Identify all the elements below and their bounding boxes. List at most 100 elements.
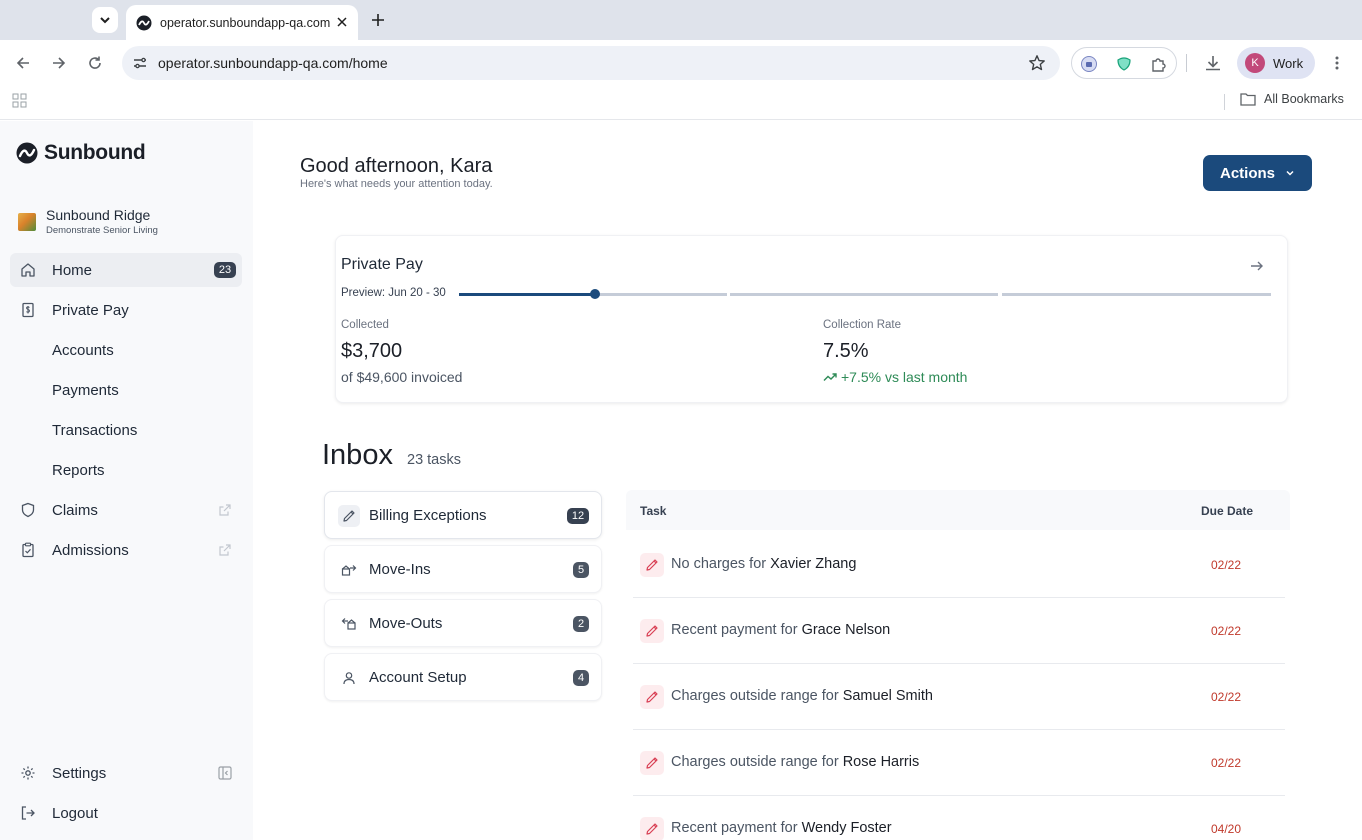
facility-subtitle: Demonstrate Senior Living bbox=[46, 225, 158, 236]
inbox-title: Inbox bbox=[322, 439, 393, 471]
sidebar-item-transactions[interactable]: Transactions bbox=[10, 413, 242, 447]
url-text[interactable]: operator.sunboundapp-qa.com/home bbox=[158, 55, 388, 71]
back-icon bbox=[16, 57, 29, 69]
tab-search-button[interactable] bbox=[92, 7, 118, 33]
move-in-icon bbox=[341, 565, 357, 576]
inbox-category-move-ins[interactable]: Move-Ins 5 bbox=[324, 545, 602, 593]
sidebar-item-reports[interactable]: Reports bbox=[10, 453, 242, 487]
collection-rate-trend: +7.5% vs last month bbox=[823, 369, 967, 385]
all-bookmarks-button[interactable]: All Bookmarks bbox=[1240, 92, 1344, 106]
close-icon bbox=[337, 17, 347, 27]
actions-button[interactable]: Actions bbox=[1203, 155, 1312, 191]
sidebar-item-home[interactable]: Home 23 bbox=[10, 253, 242, 287]
page-subtitle: Here's what needs your attention today. bbox=[300, 178, 493, 190]
main-content: Good afternoon, Kara Here's what needs y… bbox=[253, 121, 1362, 840]
pencil-icon bbox=[646, 823, 658, 835]
facility-switcher[interactable]: Sunbound Ridge Demonstrate Senior Living bbox=[18, 207, 158, 236]
home-count-badge: 23 bbox=[214, 262, 236, 278]
task-due-date: 04/20 bbox=[1211, 822, 1242, 836]
progress-marker bbox=[590, 289, 600, 299]
tune-icon[interactable] bbox=[132, 55, 148, 71]
extension-button[interactable] bbox=[1080, 55, 1098, 73]
category-icon bbox=[338, 667, 360, 689]
extension-button[interactable] bbox=[1115, 55, 1133, 73]
collection-rate-label: Collection Rate bbox=[823, 319, 901, 331]
external-link-icon bbox=[219, 504, 231, 516]
reload-icon bbox=[89, 56, 101, 69]
category-icon bbox=[338, 559, 360, 581]
forward-button[interactable] bbox=[49, 53, 69, 73]
gear-icon bbox=[21, 766, 35, 780]
category-icon bbox=[338, 505, 360, 527]
back-button[interactable] bbox=[13, 53, 33, 73]
extension-icon bbox=[1081, 56, 1097, 72]
task-due-date: 02/22 bbox=[1211, 558, 1242, 572]
sidebar-item-private-pay[interactable]: Private Pay bbox=[10, 293, 242, 327]
category-count-badge: 2 bbox=[573, 616, 589, 632]
avatar: K bbox=[1245, 53, 1265, 73]
pencil-icon bbox=[646, 757, 658, 769]
extension-icon bbox=[1117, 57, 1131, 71]
kebab-icon bbox=[1335, 56, 1339, 70]
sidebar-item-label: Home bbox=[52, 262, 93, 279]
downloads-button[interactable] bbox=[1203, 53, 1223, 73]
extensions-menu-button[interactable] bbox=[1150, 55, 1168, 73]
browser-menu-button[interactable] bbox=[1328, 53, 1346, 73]
tab-title: operator.sunboundapp-qa.com/home bbox=[160, 15, 330, 30]
profile-name: Work bbox=[1273, 55, 1304, 71]
resident-name: Wendy Foster bbox=[801, 820, 892, 836]
apps-icon[interactable] bbox=[12, 93, 28, 109]
arrow-right-icon[interactable] bbox=[1249, 258, 1265, 274]
pencil-icon bbox=[646, 625, 658, 637]
sidebar-item-admissions[interactable]: Admissions bbox=[10, 533, 242, 567]
reload-button[interactable] bbox=[85, 53, 105, 73]
dollar-doc-icon bbox=[22, 302, 34, 318]
inbox-category-billing-exceptions[interactable]: Billing Exceptions 12 bbox=[324, 491, 602, 539]
browser-tab[interactable]: operator.sunboundapp-qa.com/home bbox=[126, 5, 358, 40]
close-tab-button[interactable] bbox=[334, 14, 350, 30]
task-description: No charges for Xavier Zhang bbox=[671, 556, 856, 572]
inbox-task-count: 23 tasks bbox=[407, 452, 461, 468]
column-header-due-date[interactable]: Due Date bbox=[1201, 504, 1253, 518]
inbox-category-move-outs[interactable]: Move-Outs 2 bbox=[324, 599, 602, 647]
sidebar-item-logout[interactable]: Logout bbox=[10, 796, 242, 830]
column-header-task[interactable]: Task bbox=[640, 504, 666, 518]
task-description: Charges outside range for Rose Harris bbox=[671, 754, 919, 770]
sidebar-collapse-icon[interactable] bbox=[218, 766, 232, 780]
toolbar-divider bbox=[1186, 54, 1187, 72]
sidebar-item-label: Private Pay bbox=[52, 302, 129, 319]
trend-text: +7.5% vs last month bbox=[841, 369, 968, 385]
brand-logo[interactable]: Sunbound bbox=[16, 141, 146, 165]
star-icon[interactable] bbox=[1028, 54, 1046, 72]
profile-button[interactable]: K Work bbox=[1237, 47, 1315, 79]
task-row[interactable]: Charges outside range for Samuel Smith 0… bbox=[633, 664, 1285, 730]
sidebar-item-payments[interactable]: Payments bbox=[10, 373, 242, 407]
collected-label: Collected bbox=[341, 319, 389, 331]
sunbound-favicon bbox=[136, 15, 152, 30]
progress-segment-2 bbox=[730, 293, 998, 296]
inbox-category-account-setup[interactable]: Account Setup 4 bbox=[324, 653, 602, 701]
category-count-badge: 12 bbox=[567, 508, 589, 524]
sidebar-item-settings[interactable]: Settings bbox=[10, 756, 242, 790]
sidebar-item-label: Admissions bbox=[52, 542, 129, 559]
sidebar-item-claims[interactable]: Claims bbox=[10, 493, 242, 527]
address-bar[interactable]: operator.sunboundapp-qa.com/home bbox=[122, 46, 1060, 80]
task-row[interactable]: Charges outside range for Rose Harris 02… bbox=[633, 730, 1285, 796]
chevron-down-icon bbox=[1286, 170, 1294, 176]
resident-name: Grace Nelson bbox=[801, 622, 891, 638]
pencil-icon bbox=[646, 691, 658, 703]
task-row[interactable]: Recent payment for Grace Nelson 02/22 bbox=[633, 598, 1285, 664]
chevron-down-icon bbox=[100, 17, 110, 24]
sidebar-item-label: Settings bbox=[52, 765, 107, 782]
private-pay-card[interactable]: Private Pay Preview: Jun 20 - 30 Collect… bbox=[335, 235, 1288, 403]
user-icon bbox=[343, 672, 355, 685]
private-pay-preview-label: Preview: Jun 20 - 30 bbox=[341, 287, 446, 299]
browser-tab-bar: operator.sunboundapp-qa.com/home bbox=[0, 0, 1362, 40]
task-row[interactable]: No charges for Xavier Zhang 02/22 bbox=[633, 532, 1285, 598]
actions-label: Actions bbox=[1219, 164, 1275, 182]
sidebar-item-accounts[interactable]: Accounts bbox=[10, 333, 242, 367]
sidebar-item-label: Accounts bbox=[52, 342, 114, 359]
new-tab-button[interactable] bbox=[368, 10, 388, 30]
task-row[interactable]: Recent payment for Wendy Foster 04/20 bbox=[633, 796, 1285, 840]
facility-name: Sunbound Ridge bbox=[46, 207, 151, 223]
